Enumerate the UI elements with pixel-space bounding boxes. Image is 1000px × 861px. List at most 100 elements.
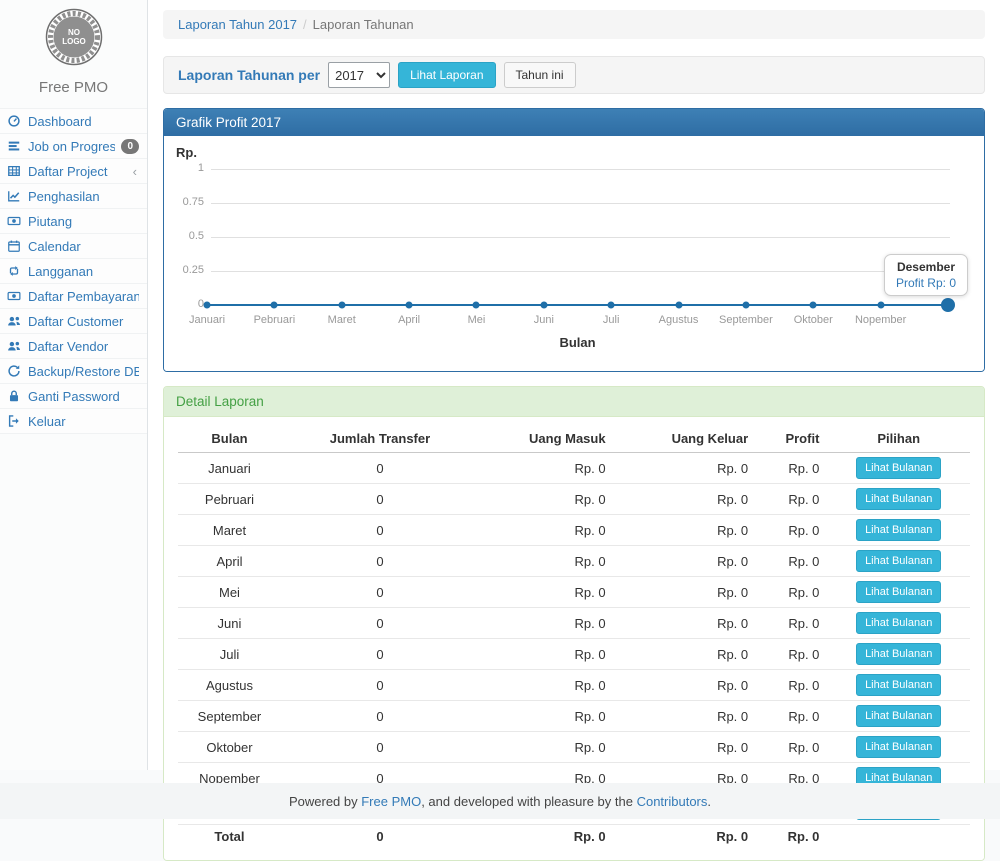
svg-text:NO: NO [68,28,80,37]
lihat-bulanan-button[interactable]: Lihat Bulanan [856,519,941,541]
free-pmo-link[interactable]: Free PMO [361,794,421,809]
cell-bulan: April [178,546,281,577]
sidebar-item-job-on-progress[interactable]: Job on Progress0 [0,133,147,158]
sidebar-item-keluar[interactable]: Keluar [0,408,147,434]
lihat-bulanan-button[interactable]: Lihat Bulanan [856,581,941,603]
cell-uang-keluar: Rp. 0 [614,577,757,608]
sidebar-item-label: Backup/Restore DB [28,364,139,379]
sidebar-item-daftar-pembayaran[interactable]: Daftar Pembayaran [0,283,147,308]
sidebar-item-calendar[interactable]: Calendar [0,233,147,258]
x-axis-tick: Mei [468,314,486,326]
cell-uang-keluar: Rp. 0 [614,608,757,639]
header-uang-keluar: Uang Keluar [614,425,757,453]
table-row-pebruari: Pebruari0Rp. 0Rp. 0Rp. 0Lihat Bulanan [178,484,970,515]
detail-panel-title: Detail Laporan [164,387,984,417]
chart-point-april[interactable] [406,302,413,309]
main-content: Laporan Tahun 2017/Laporan Tahunan Lapor… [148,0,1000,770]
table-row-agustus: Agustus0Rp. 0Rp. 0Rp. 0Lihat Bulanan [178,670,970,701]
sidebar-item-daftar-vendor[interactable]: Daftar Vendor [0,333,147,358]
x-axis-tick: Juni [534,314,554,326]
sidebar-item-daftar-customer[interactable]: Daftar Customer [0,308,147,333]
lihat-bulanan-button[interactable]: Lihat Bulanan [856,457,941,479]
cell-jumlah-transfer: 0 [281,515,479,546]
cell-profit: Rp. 0 [756,732,827,763]
header-uang-masuk: Uang Masuk [479,425,614,453]
chart-point-september[interactable] [742,302,749,309]
sidebar-item-ganti-password[interactable]: Ganti Password [0,383,147,408]
cell-jumlah-transfer: 0 [281,701,479,732]
breadcrumb: Laporan Tahun 2017/Laporan Tahunan [163,10,985,39]
cell-jumlah-transfer: 0 [281,577,479,608]
money-icon [6,213,22,229]
breadcrumb-link-laporan-tahun[interactable]: Laporan Tahun 2017 [178,17,297,32]
tahun-ini-button[interactable]: Tahun ini [504,62,576,88]
chart-panel-title: Grafik Profit 2017 [164,109,984,136]
chart-point-juni[interactable] [540,302,547,309]
sidebar-item-label: Job on Progress [28,139,115,154]
chart-point-juli[interactable] [608,302,615,309]
x-axis-tick: Nopember [855,314,906,326]
dashboard-icon [6,113,22,129]
sidebar-item-label: Langganan [28,264,139,279]
lihat-bulanan-button[interactable]: Lihat Bulanan [856,736,941,758]
x-axis-tick: Juli [603,314,620,326]
sidebar-item-label: Dashboard [28,114,139,129]
chart-point-pebruari[interactable] [271,302,278,309]
year-select[interactable]: 2017 [328,62,390,88]
chart-point-nopember[interactable] [877,302,884,309]
lihat-bulanan-button[interactable]: Lihat Bulanan [856,550,941,572]
table-row-januari: Januari0Rp. 0Rp. 0Rp. 0Lihat Bulanan [178,453,970,484]
chart-point-oktober[interactable] [810,302,817,309]
money-icon [6,288,22,304]
table-row-juli: Juli0Rp. 0Rp. 0Rp. 0Lihat Bulanan [178,639,970,670]
footer-text: Powered by Free PMO, and developed with … [289,794,711,809]
lihat-bulanan-button[interactable]: Lihat Bulanan [856,705,941,727]
lihat-laporan-button[interactable]: Lihat Laporan [398,62,495,88]
lihat-bulanan-button[interactable]: Lihat Bulanan [856,643,941,665]
sidebar-item-penghasilan[interactable]: Penghasilan [0,183,147,208]
calendar-icon [6,238,22,254]
contributors-link[interactable]: Contributors [637,794,708,809]
cell-bulan: Juni [178,608,281,639]
sidebar-item-dashboard[interactable]: Dashboard [0,108,147,133]
app-window: NO LOGO Free PMO Dashboard Job on Progres… [0,0,1000,770]
y-axis-tick: 0.75 [164,196,204,208]
sidebar-item-langganan[interactable]: Langganan [0,258,147,283]
cell-uang-masuk: Rp. 0 [479,577,614,608]
header-jumlah-transfer: Jumlah Transfer [281,425,479,453]
profit-line-chart: Rp. Desember Profit Rp: 0 10.750.50.250J… [164,136,984,371]
sidebar-item-backup-restore-db[interactable]: Backup/Restore DB [0,358,147,383]
report-filter-bar: Laporan Tahunan per 2017 Lihat Laporan T… [163,56,985,94]
cell-jumlah-transfer: 0 [281,670,479,701]
header-profit: Profit [756,425,827,453]
no-logo-badge: NO LOGO [45,8,103,66]
chart-point-agustus[interactable] [675,302,682,309]
sidebar-item-daftar-project[interactable]: Daftar Project‹ [0,158,147,183]
lihat-bulanan-button[interactable]: Lihat Bulanan [856,488,941,510]
total-uang-masuk: Rp. 0 [479,825,614,849]
refresh-icon [6,363,22,379]
breadcrumb-current: Laporan Tahunan [313,17,414,32]
chart-point-januari[interactable] [204,302,211,309]
chart-point-desember[interactable] [941,298,955,312]
x-axis-tick: Maret [328,314,356,326]
cell-jumlah-transfer: 0 [281,639,479,670]
lihat-bulanan-button[interactable]: Lihat Bulanan [856,612,941,634]
chart-tooltip: Desember Profit Rp: 0 [884,254,968,296]
table-total-row: Total0Rp. 0Rp. 0Rp. 0 [178,825,970,849]
chart-point-maret[interactable] [338,302,345,309]
sidebar-item-label: Keluar [28,414,139,429]
sidebar-item-label: Daftar Project [28,164,127,179]
page-footer: Powered by Free PMO, and developed with … [0,783,1000,819]
table-row-september: September0Rp. 0Rp. 0Rp. 0Lihat Bulanan [178,701,970,732]
cell-uang-masuk: Rp. 0 [479,701,614,732]
brand-name: Free PMO [0,75,147,108]
chart-y-axis-label: Rp. [176,145,197,160]
chart-point-mei[interactable] [473,302,480,309]
tasks-icon [6,138,22,154]
cell-jumlah-transfer: 0 [281,453,479,484]
sidebar-item-piutang[interactable]: Piutang [0,208,147,233]
cell-jumlah-transfer: 0 [281,732,479,763]
lihat-bulanan-button[interactable]: Lihat Bulanan [856,674,941,696]
svg-text:LOGO: LOGO [62,37,86,46]
